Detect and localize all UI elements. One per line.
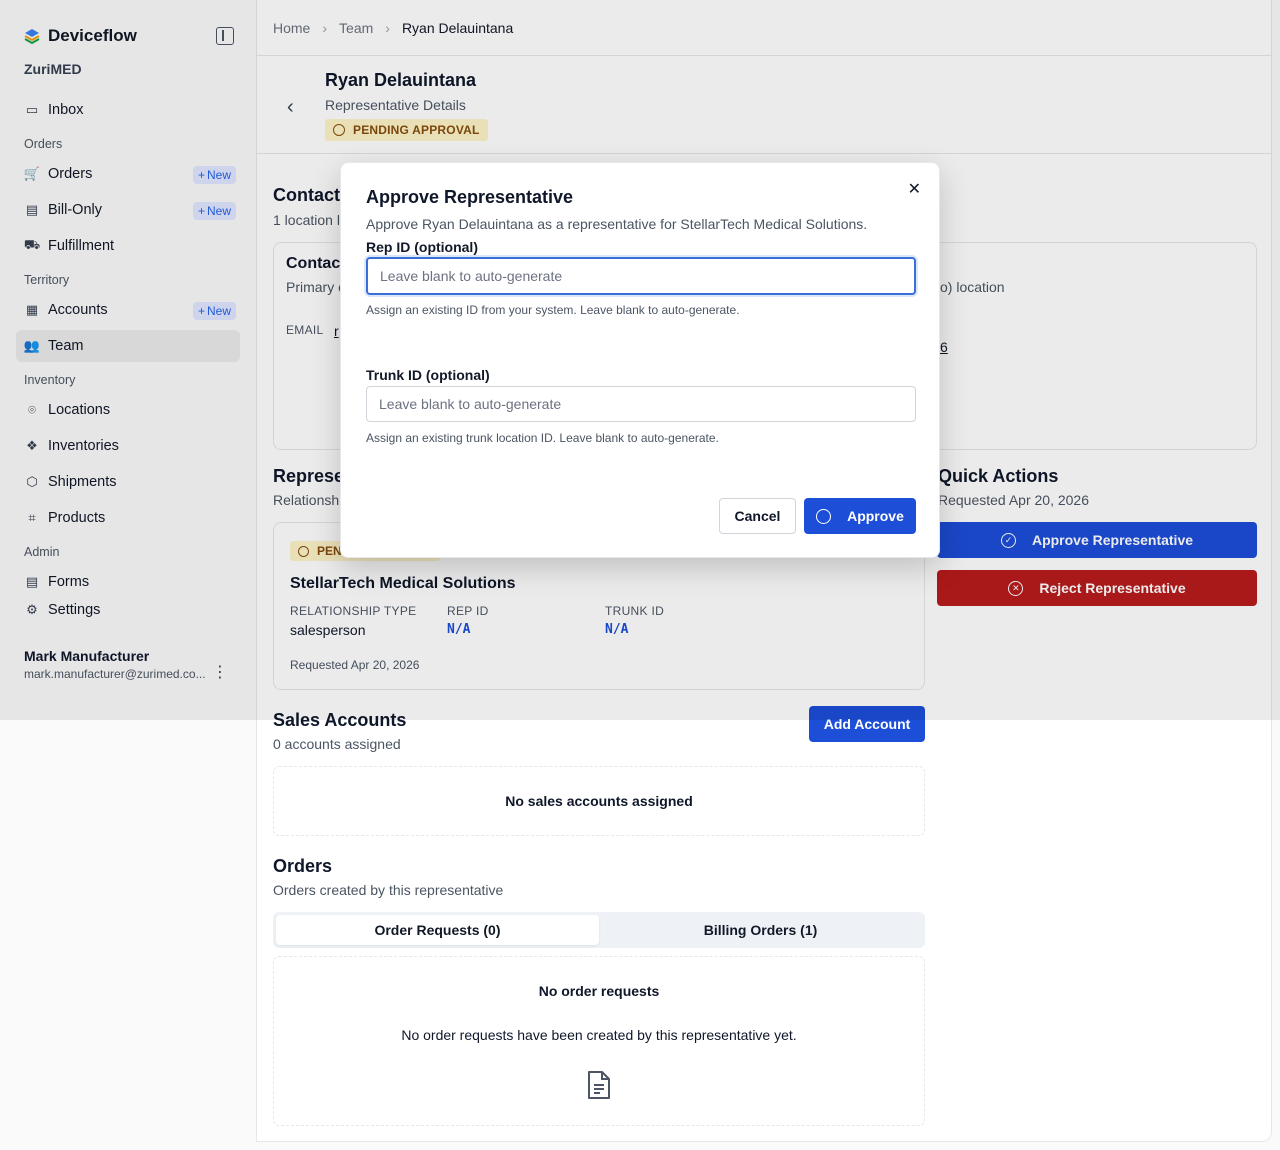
check-circle-icon bbox=[816, 508, 832, 524]
orders-empty-title: No order requests bbox=[538, 983, 660, 999]
rep-id-field-label: Rep ID (optional) bbox=[366, 239, 478, 255]
orders-title: Orders bbox=[273, 856, 333, 876]
trunk-id-field-label: Trunk ID (optional) bbox=[366, 367, 490, 383]
file-text-icon bbox=[588, 1071, 610, 1099]
tab-order-requests[interactable]: Order Requests (0) bbox=[276, 915, 599, 945]
approve-button[interactable]: Approve bbox=[804, 498, 916, 534]
approve-representative-dialog: Approve Representative Approve Ryan Dela… bbox=[340, 162, 940, 558]
rep-id-input[interactable] bbox=[366, 257, 916, 295]
dialog-title: Approve Representative bbox=[366, 187, 574, 207]
trunk-id-help: Assign an existing trunk location ID. Le… bbox=[366, 431, 719, 445]
sales-accounts-empty-text: No sales accounts assigned bbox=[505, 793, 693, 809]
sales-accounts-subtitle: 0 accounts assigned bbox=[273, 736, 401, 752]
close-icon[interactable]: ✕ bbox=[908, 179, 921, 199]
cancel-button[interactable]: Cancel bbox=[719, 498, 796, 534]
trunk-id-input[interactable] bbox=[366, 386, 916, 422]
tab-billing-orders[interactable]: Billing Orders (1) bbox=[599, 915, 922, 945]
orders-tabs: Order Requests (0) Billing Orders (1) bbox=[273, 912, 925, 948]
sales-accounts-empty: No sales accounts assigned bbox=[273, 766, 925, 836]
rep-id-help: Assign an existing ID from your system. … bbox=[366, 303, 740, 317]
dialog-description: Approve Ryan Delauintana as a representa… bbox=[366, 216, 868, 232]
orders-empty-desc: No order requests have been created by t… bbox=[401, 1027, 797, 1043]
orders-empty: No order requests No order requests have… bbox=[273, 956, 925, 1126]
orders-subtitle: Orders created by this representative bbox=[273, 882, 504, 898]
approve-button-label: Approve bbox=[847, 508, 904, 524]
